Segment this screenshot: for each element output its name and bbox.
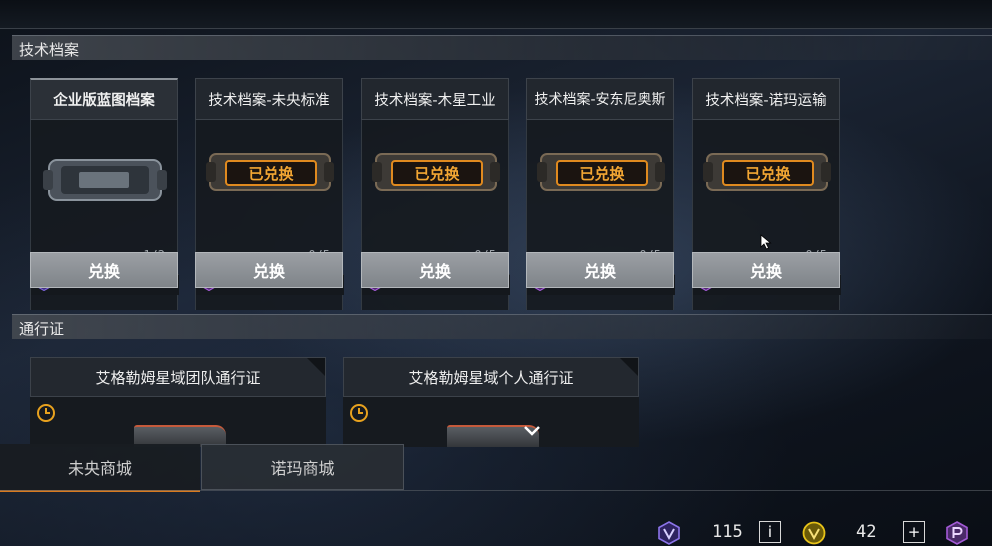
chevron-down-icon[interactable] — [523, 425, 541, 437]
section-header-pass: 通行证 — [12, 314, 992, 339]
archive-card[interactable]: 技术档案-诺玛运输 已兑换 0/5 450 兑换 — [692, 78, 841, 310]
gold-currency-amount: 42 — [856, 522, 877, 542]
tab-weiyang-shop[interactable]: 未央商城 — [0, 444, 200, 492]
top-frame — [0, 0, 992, 29]
p-currency-icon — [946, 521, 968, 545]
clock-icon — [350, 404, 368, 422]
pass-body — [343, 397, 639, 447]
pass-card[interactable]: 艾格勒姆星域个人通行证 — [343, 357, 639, 447]
card-title: 技术档案-安东尼奥斯 — [526, 78, 674, 120]
exchange-button[interactable]: 兑换 — [30, 252, 178, 288]
section-title: 通行证 — [19, 320, 65, 338]
section-header-tech-archive: 技术档案 — [12, 35, 992, 60]
tab-nuoma-shop[interactable]: 诺玛商城 — [201, 444, 404, 490]
exchanged-badge: 已兑换 — [391, 160, 483, 186]
pass-card[interactable]: 艾格勒姆星域团队通行证 — [30, 357, 326, 447]
exchanged-badge: 已兑换 — [225, 160, 317, 186]
card-title: 技术档案-木星工业 — [361, 78, 509, 120]
mouse-cursor-icon — [760, 234, 772, 250]
archive-card[interactable]: 技术档案-安东尼奥斯 已兑换 0/5 450 兑换 — [526, 78, 675, 310]
divider — [0, 490, 992, 491]
pass-body — [30, 397, 326, 447]
archive-card[interactable]: 企业版蓝图档案 1/2 200 兑换 — [30, 78, 179, 310]
exchanged-badge: 已兑换 — [722, 160, 814, 186]
shop-tabs: 未央商城 诺玛商城 — [0, 444, 404, 492]
archive-card[interactable]: 技术档案-未央标准 已兑换 0/5 450 兑换 — [195, 78, 344, 310]
exchange-button[interactable]: 兑换 — [692, 252, 840, 288]
archive-card[interactable]: 技术档案-木星工业 已兑换 0/5 450 兑换 — [361, 78, 510, 310]
info-button[interactable]: i — [759, 521, 781, 543]
section-title: 技术档案 — [19, 41, 80, 59]
card-title: 技术档案-诺玛运输 — [692, 78, 840, 120]
add-currency-button[interactable]: + — [903, 521, 925, 543]
exchange-button[interactable]: 兑换 — [361, 252, 509, 288]
exchanged-badge: 已兑换 — [556, 160, 648, 186]
pass-title: 艾格勒姆星域个人通行证 — [343, 357, 639, 397]
v-currency-icon — [658, 521, 680, 545]
pass-title: 艾格勒姆星域团队通行证 — [30, 357, 326, 397]
v-currency-amount: 115 — [712, 522, 743, 542]
gold-currency-icon — [802, 521, 826, 545]
card-title: 企业版蓝图档案 — [30, 78, 178, 120]
exchange-button[interactable]: 兑换 — [195, 252, 343, 288]
exchange-button[interactable]: 兑换 — [526, 252, 674, 288]
blueprint-crate-icon — [43, 159, 167, 201]
card-title: 技术档案-未央标准 — [195, 78, 343, 120]
clock-icon — [37, 404, 55, 422]
